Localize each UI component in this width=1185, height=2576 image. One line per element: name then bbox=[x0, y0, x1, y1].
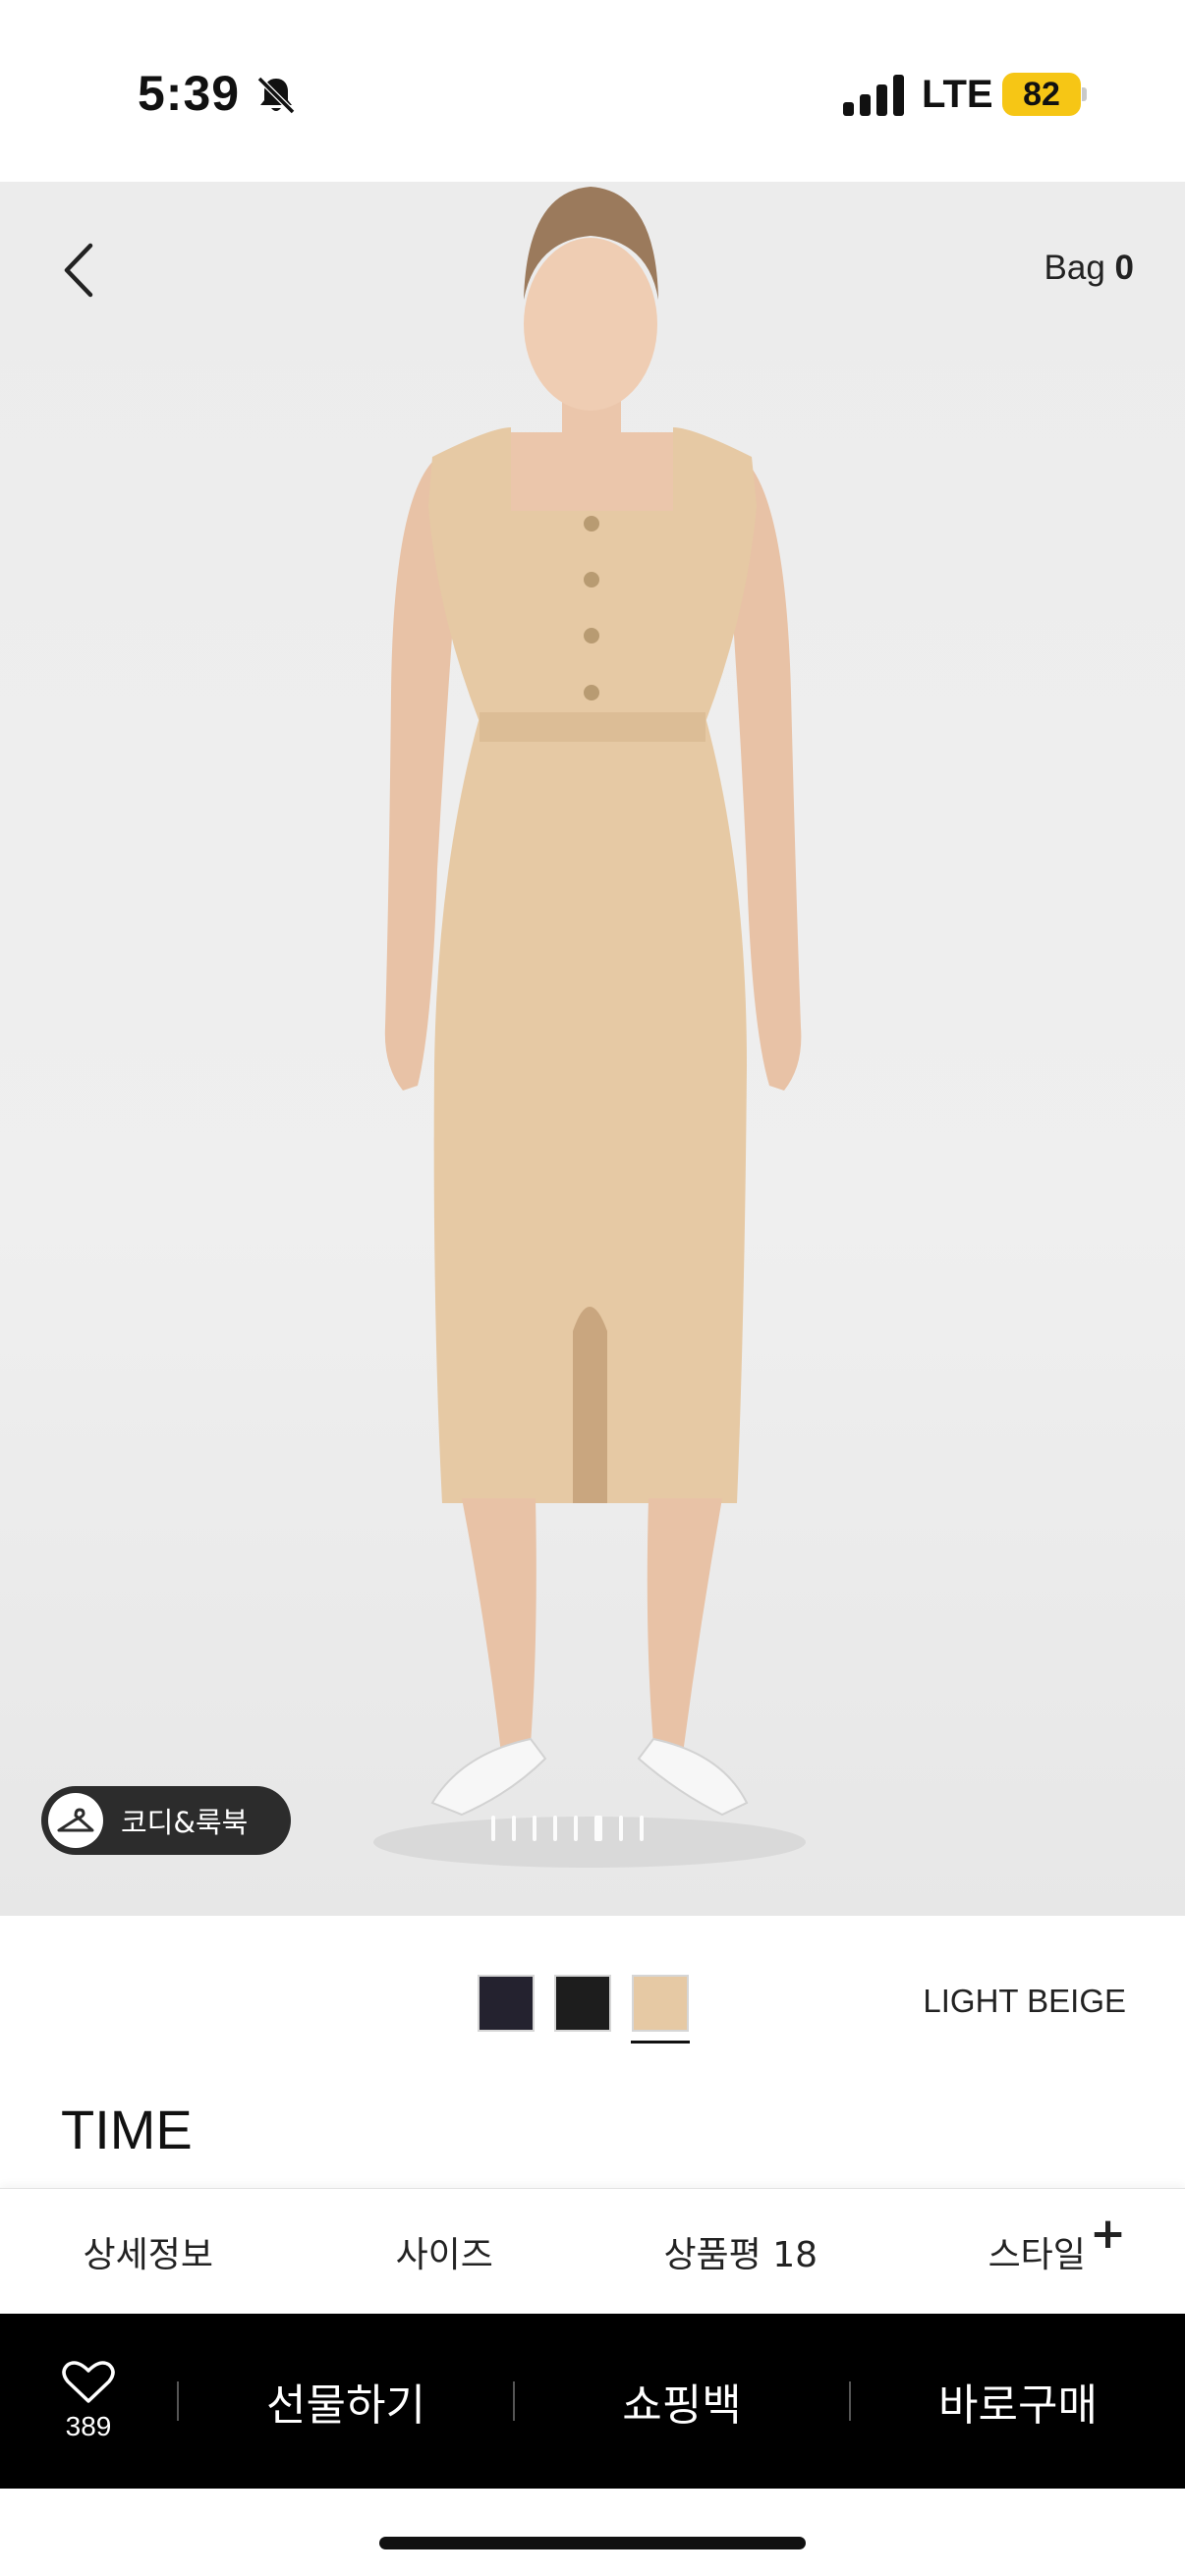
back-icon[interactable] bbox=[55, 236, 104, 305]
signal-icon bbox=[843, 75, 904, 116]
pagination-dot-active[interactable] bbox=[594, 1816, 602, 1841]
codi-lookbook-label: 코디&룩북 bbox=[121, 1806, 249, 1839]
battery-tip bbox=[1082, 87, 1087, 101]
battery-icon: 82 bbox=[1002, 73, 1081, 116]
image-pagination bbox=[491, 1816, 644, 1841]
silent-bell-icon bbox=[256, 76, 296, 115]
pagination-dot[interactable] bbox=[533, 1816, 536, 1841]
swatch-navy[interactable] bbox=[478, 1975, 535, 2032]
add-to-bag-button[interactable]: 쇼핑백 bbox=[515, 2370, 849, 2433]
product-image[interactable]: Bag 0 코디&룩북 bbox=[0, 182, 1185, 1916]
shopping-bag-link[interactable]: Bag 0 bbox=[1044, 249, 1134, 288]
heart-icon bbox=[62, 2361, 115, 2403]
tab-size[interactable]: 사이즈 bbox=[297, 2189, 593, 2314]
selected-swatch-underline bbox=[631, 2041, 690, 2044]
hanger-icon bbox=[48, 1793, 103, 1848]
detail-tabs: 상세정보 사이즈 상품평 18 스타일 + bbox=[0, 2188, 1185, 2314]
wishlist-button[interactable]: 389 bbox=[0, 2314, 177, 2489]
gift-button[interactable]: 선물하기 bbox=[179, 2370, 513, 2433]
wishlist-count: 389 bbox=[65, 2411, 112, 2441]
pagination-dot[interactable] bbox=[553, 1816, 557, 1841]
pagination-dot[interactable] bbox=[619, 1816, 623, 1841]
tab-label: 상세정보 bbox=[83, 2234, 213, 2275]
tab-details[interactable]: 상세정보 bbox=[0, 2189, 297, 2314]
pagination-dot[interactable] bbox=[512, 1816, 516, 1841]
model-illustration bbox=[373, 187, 806, 1868]
tab-label: 상품평 18 bbox=[663, 2234, 818, 2275]
tab-reviews[interactable]: 상품평 18 bbox=[592, 2189, 889, 2314]
pagination-dot[interactable] bbox=[491, 1816, 495, 1841]
swatch-black[interactable] bbox=[554, 1975, 611, 2032]
swatch-light-beige[interactable] bbox=[632, 1975, 689, 2032]
codi-lookbook-button[interactable]: 코디&룩북 bbox=[41, 1786, 291, 1855]
plus-icon: + bbox=[1090, 2209, 1126, 2259]
bag-count: 0 bbox=[1114, 249, 1134, 287]
selected-color-name: LIGHT BEIGE bbox=[923, 1983, 1126, 2019]
purchase-action-bar: 389 선물하기 쇼핑백 바로구매 bbox=[0, 2314, 1185, 2489]
tab-style[interactable]: 스타일 + bbox=[889, 2189, 1185, 2314]
pagination-dot[interactable] bbox=[574, 1816, 578, 1841]
tab-label: 사이즈 bbox=[395, 2234, 493, 2275]
network-type: LTE bbox=[922, 73, 993, 116]
home-indicator[interactable] bbox=[379, 2537, 806, 2549]
brand-name[interactable]: TIME bbox=[61, 2098, 193, 2161]
tab-label: 스타일 bbox=[988, 2234, 1086, 2275]
buy-now-button[interactable]: 바로구매 bbox=[851, 2370, 1185, 2433]
pagination-dot[interactable] bbox=[640, 1816, 644, 1841]
status-bar: 5:39 LTE 82 bbox=[0, 0, 1185, 182]
bag-label: Bag bbox=[1044, 249, 1105, 287]
status-time: 5:39 bbox=[138, 66, 241, 121]
